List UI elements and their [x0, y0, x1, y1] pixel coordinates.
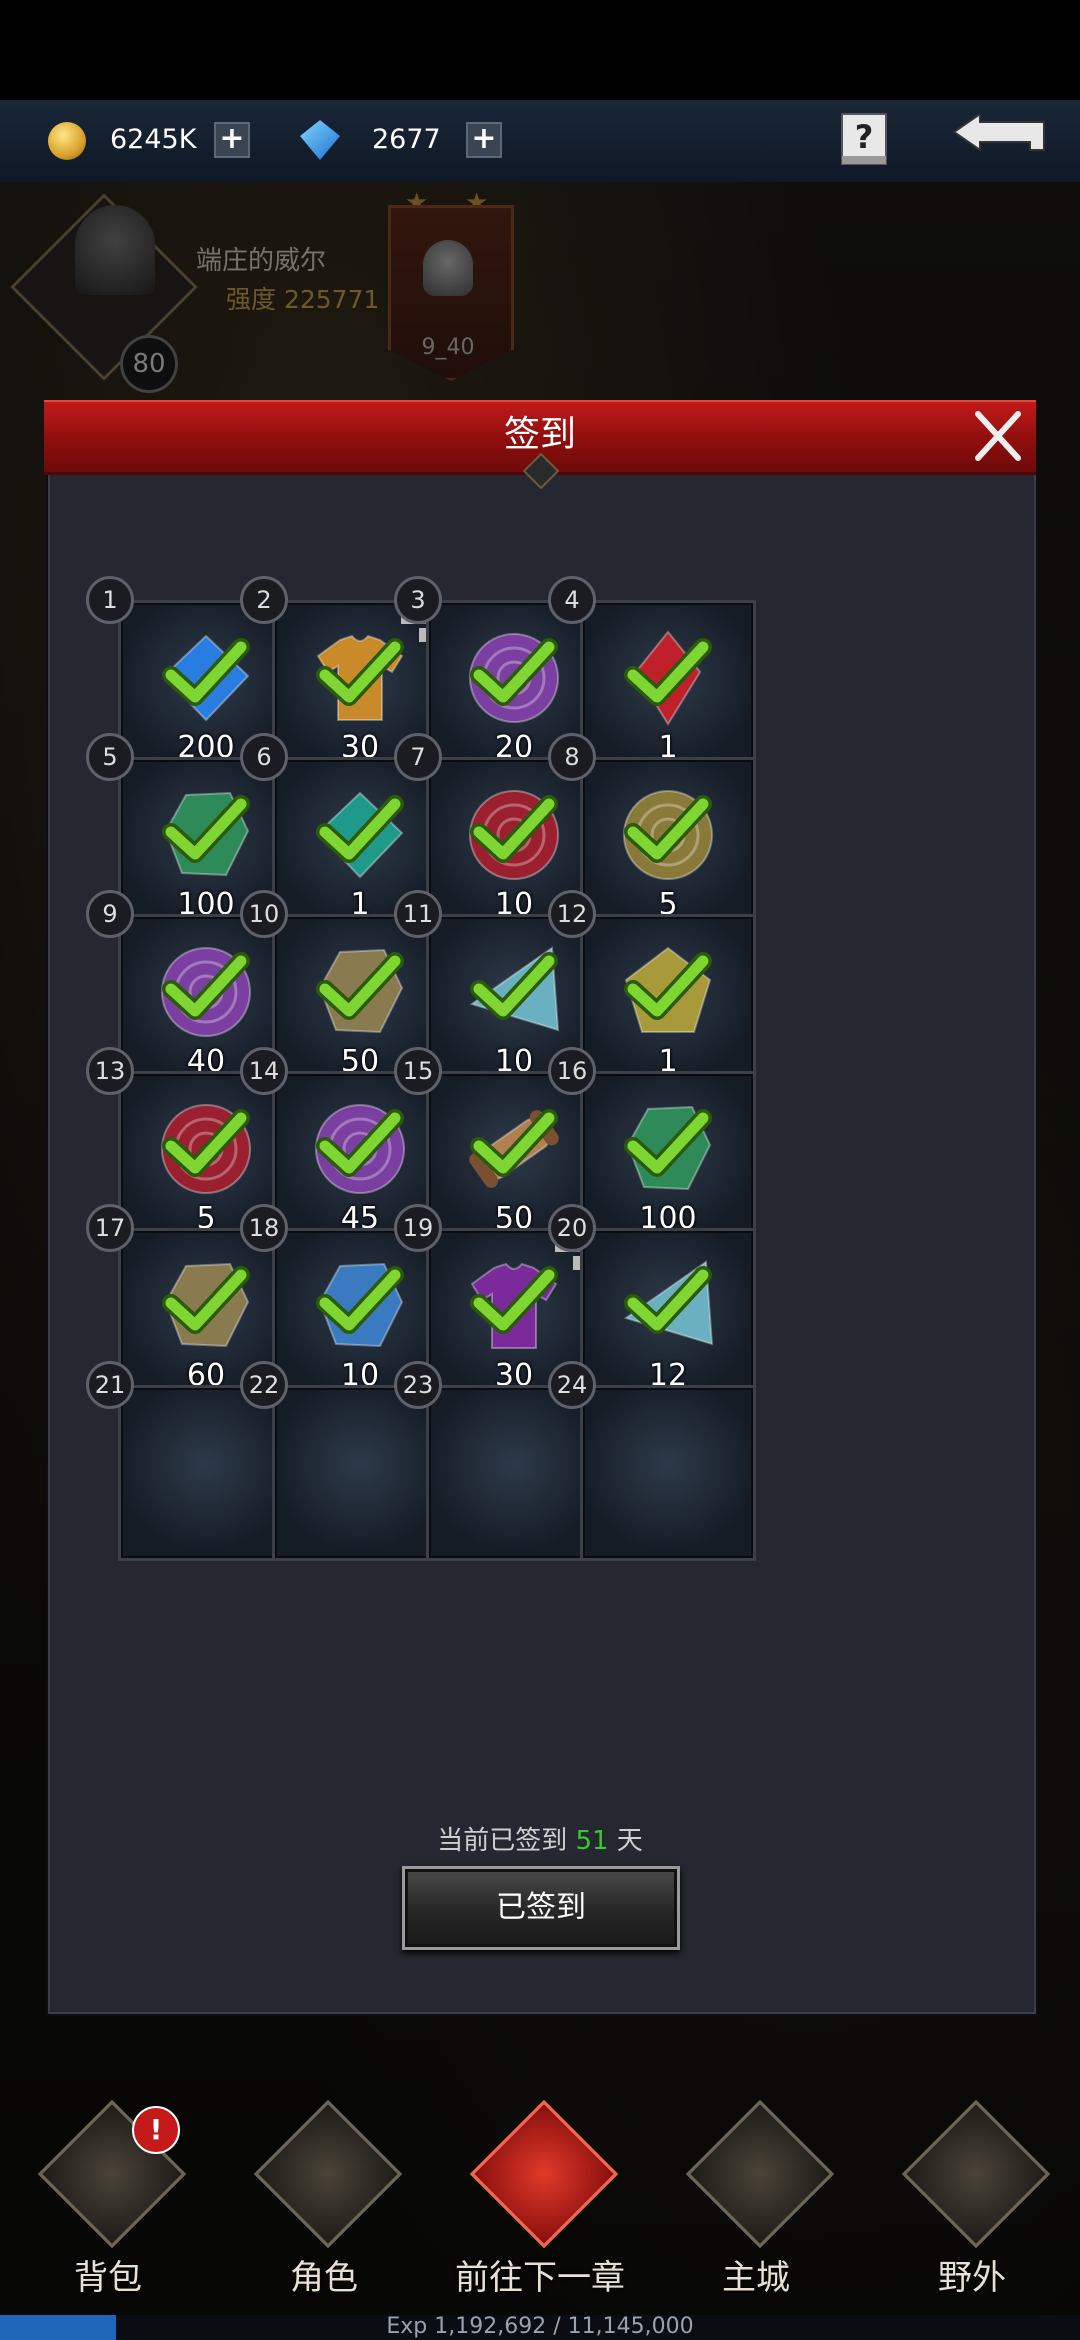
- day-number: 20: [548, 1204, 596, 1252]
- day-number: 6: [240, 733, 288, 781]
- add-gems-button[interactable]: +: [466, 122, 502, 158]
- checkmark-icon: [162, 1109, 250, 1177]
- reward-cell-day-24[interactable]: [580, 1385, 756, 1561]
- nav-item-5[interactable]: 野外: [864, 2099, 1080, 2300]
- checkmark-icon: [162, 638, 250, 706]
- reward-cell-day-8[interactable]: 5: [580, 757, 756, 933]
- gold-amount: 6245K: [110, 124, 197, 155]
- nav-label: 野外: [938, 2258, 1006, 2298]
- nav-label: 前往下一章: [455, 2258, 625, 2298]
- day-number: 7: [394, 733, 442, 781]
- camp-icon: [901, 2099, 1051, 2249]
- gold-coin-icon: [48, 122, 86, 160]
- checkmark-icon: [624, 1109, 712, 1177]
- reward-cell-day-12[interactable]: 1: [580, 914, 756, 1090]
- day-number: 23: [394, 1361, 442, 1409]
- day-number: 22: [240, 1361, 288, 1409]
- nav-label: 主城: [722, 2258, 790, 2298]
- checkmark-icon: [316, 795, 404, 863]
- exp-text: Exp 1,192,692 / 11,145,000: [386, 2314, 694, 2339]
- currency-bar: 6245K + 2677 + ?: [0, 100, 1080, 182]
- svg-text:?: ?: [855, 118, 874, 156]
- checkmark-icon: [470, 1109, 558, 1177]
- day-number: 5: [86, 733, 134, 781]
- demon-emblem-icon: [469, 2099, 619, 2249]
- signed-in-button[interactable]: 已签到: [402, 1866, 680, 1950]
- checkmark-icon: [316, 1109, 404, 1177]
- day-number: 8: [548, 733, 596, 781]
- help-book-icon[interactable]: ?: [838, 112, 892, 168]
- checkmark-icon: [470, 1266, 558, 1334]
- day-number: 2: [240, 576, 288, 624]
- day-number: 19: [394, 1204, 442, 1252]
- day-number: 16: [548, 1047, 596, 1095]
- day-number: 24: [548, 1361, 596, 1409]
- back-button[interactable]: [950, 112, 1050, 164]
- checkmark-icon: [624, 795, 712, 863]
- checkmark-icon: [162, 795, 250, 863]
- day-number: 13: [86, 1047, 134, 1095]
- checkmark-icon: [316, 1266, 404, 1334]
- day-number: 10: [240, 890, 288, 938]
- checkmark-icon: [624, 638, 712, 706]
- day-number: 1: [86, 576, 134, 624]
- gem-icon: [300, 120, 340, 160]
- day-number: 9: [86, 890, 134, 938]
- day-number: 21: [86, 1361, 134, 1409]
- day-number: 4: [548, 576, 596, 624]
- helmet-icon: [253, 2099, 403, 2249]
- checkmark-icon: [470, 795, 558, 863]
- nav-label: 背包: [74, 2258, 142, 2298]
- alert-badge-icon: !: [132, 2106, 180, 2154]
- close-button[interactable]: [968, 408, 1028, 464]
- checkmark-icon: [316, 638, 404, 706]
- checkmark-icon: [316, 952, 404, 1020]
- nav-item-4[interactable]: 主城: [648, 2099, 864, 2300]
- gem-amount: 2677: [372, 124, 441, 155]
- castle-icon: [685, 2099, 835, 2249]
- reward-cell-day-16[interactable]: 100: [580, 1071, 756, 1247]
- day-number: 11: [394, 890, 442, 938]
- reward-cell-day-4[interactable]: 1: [580, 600, 756, 776]
- nav-item-1[interactable]: 背包: [0, 2099, 216, 2300]
- checkmark-icon: [624, 952, 712, 1020]
- day-number: 18: [240, 1204, 288, 1252]
- nav-item-3[interactable]: 前往下一章: [432, 2099, 648, 2300]
- day-number: 17: [86, 1204, 134, 1252]
- reward-cell-day-20[interactable]: 12: [580, 1228, 756, 1404]
- reward-cell-day-23[interactable]: [426, 1385, 602, 1561]
- status-bar: [0, 0, 1080, 100]
- reward-cell-day-22[interactable]: [272, 1385, 448, 1561]
- day-number: 14: [240, 1047, 288, 1095]
- nav-item-2[interactable]: 角色: [216, 2099, 432, 2300]
- signin-days: 51: [575, 1826, 609, 1856]
- signin-prefix: 当前已签到: [437, 1826, 576, 1856]
- reward-cell-day-21[interactable]: [118, 1385, 294, 1561]
- signin-status: 当前已签到 51 天: [48, 1820, 1032, 1857]
- reward-grid: 200 1 30 2 20 3 1 4 100 5 1 6 10 7 5 8 40 9 50 10 10 11 1 12 5 13…: [48, 560, 1032, 1772]
- nav-label: 角色: [290, 2258, 358, 2298]
- day-number: 15: [394, 1047, 442, 1095]
- day-number: 12: [548, 890, 596, 938]
- checkmark-icon: [470, 638, 558, 706]
- checkmark-icon: [470, 952, 558, 1020]
- checkmark-icon: [162, 952, 250, 1020]
- checkmark-icon: [162, 1266, 250, 1334]
- close-icon: [975, 411, 1021, 461]
- add-gold-button[interactable]: +: [214, 122, 250, 158]
- day-number: 3: [394, 576, 442, 624]
- signin-suffix: 天: [608, 1826, 643, 1856]
- checkmark-icon: [624, 1266, 712, 1334]
